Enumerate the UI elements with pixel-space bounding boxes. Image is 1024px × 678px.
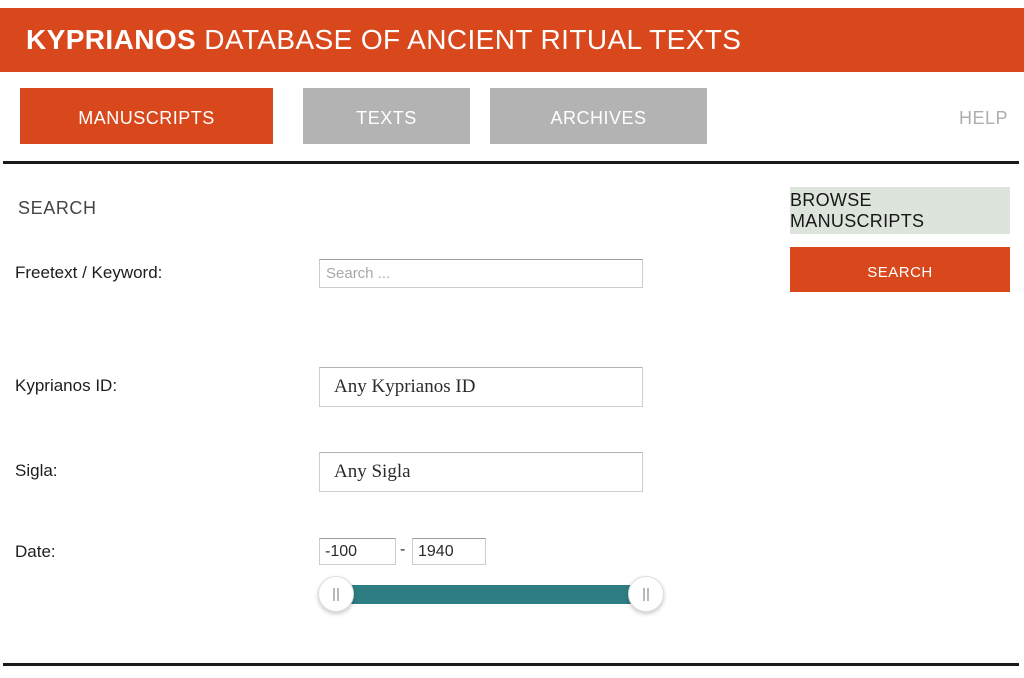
site-header-banner: KYPRIANOS DATABASE OF ANCIENT RITUAL TEX… (0, 8, 1024, 72)
date-slider-handle-max[interactable] (628, 576, 664, 612)
page-root: KYPRIANOS DATABASE OF ANCIENT RITUAL TEX… (0, 0, 1024, 678)
site-title: KYPRIANOS DATABASE OF ANCIENT RITUAL TEX… (0, 24, 741, 56)
freetext-search-input[interactable] (319, 259, 643, 288)
tab-archives[interactable]: ARCHIVES (490, 88, 707, 144)
search-button[interactable]: SEARCH (790, 247, 1010, 292)
main-navigation: MANUSCRIPTS TEXTS ARCHIVES HELP (0, 88, 1024, 146)
nav-help-link[interactable]: HELP (959, 88, 1008, 144)
sigla-select[interactable]: Any Sigla (319, 452, 643, 492)
tab-texts-label: TEXTS (356, 101, 417, 130)
date-range-slider[interactable] (318, 576, 664, 612)
tab-texts[interactable]: TEXTS (303, 88, 470, 144)
date-range-separator: - (400, 541, 406, 558)
date-from-input[interactable] (319, 538, 396, 565)
kyprianos-id-value: Any Kyprianos ID (334, 376, 476, 397)
tab-manuscripts[interactable]: MANUSCRIPTS (20, 88, 273, 144)
search-button-label: SEARCH (867, 256, 933, 282)
browse-manuscripts-label: BROWSE MANUSCRIPTS (790, 189, 925, 231)
site-title-brand: KYPRIANOS (26, 24, 197, 55)
tab-manuscripts-label: MANUSCRIPTS (78, 101, 215, 130)
nav-help-label: HELP (958, 101, 1008, 130)
browse-manuscripts-button[interactable]: BROWSE MANUSCRIPTS (790, 187, 1010, 234)
grip-icon (643, 587, 649, 601)
tab-archives-label: ARCHIVES (550, 101, 647, 130)
page-title: SEARCH (18, 192, 97, 220)
date-to-input[interactable] (412, 538, 486, 565)
header-divider (3, 161, 1019, 164)
kyprianos-id-label: Kyprianos ID: (15, 376, 118, 395)
kyprianos-id-select[interactable]: Any Kyprianos ID (319, 367, 643, 407)
sigla-value: Any Sigla (334, 461, 411, 482)
sigla-label: Sigla: (15, 461, 58, 480)
date-label: Date: (15, 542, 56, 561)
footer-divider (3, 663, 1019, 666)
date-slider-track (328, 585, 654, 604)
date-slider-handle-min[interactable] (318, 576, 354, 612)
freetext-label: Freetext / Keyword: (15, 263, 163, 282)
site-title-subtitle: DATABASE OF ANCIENT RITUAL TEXTS (196, 24, 742, 55)
grip-icon (333, 587, 339, 601)
